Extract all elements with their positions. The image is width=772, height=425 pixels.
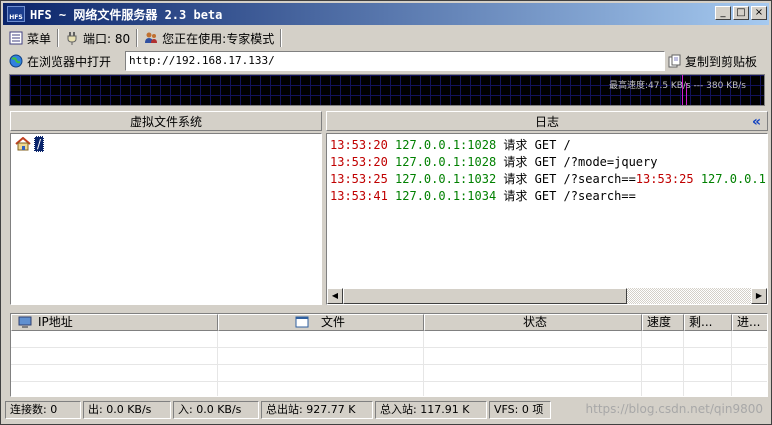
log-message: 请求 GET / bbox=[503, 138, 571, 152]
log-time: 13:53:41 bbox=[330, 189, 388, 203]
table-row bbox=[11, 348, 767, 365]
log-line: 13:53:41 127.0.0.1:1034 请求 GET /?search=… bbox=[330, 188, 767, 205]
arrow-right-icon: ▶ bbox=[755, 291, 763, 300]
connections-header: IP地址 文件 状态 速度 剩... 进... bbox=[11, 314, 767, 331]
computer-icon bbox=[18, 316, 32, 328]
status-total-out: 总出站: 927.77 K bbox=[261, 401, 373, 419]
mode-label: 您正在使用:专家模式 bbox=[162, 31, 275, 46]
graph-speed-label: 最高速度:47.5 KB/s --- 380 KB/s bbox=[608, 81, 746, 91]
status-total-in: 总入站: 117.91 K bbox=[375, 401, 487, 419]
column-progress[interactable]: 进... bbox=[732, 314, 767, 331]
vfs-header: 虚拟文件系统 bbox=[10, 111, 322, 131]
clipboard-icon bbox=[668, 54, 681, 68]
menu-label: 菜单 bbox=[27, 31, 52, 46]
log-time: 13:53:20 bbox=[330, 155, 388, 169]
maximize-button[interactable]: □ bbox=[733, 6, 749, 20]
scroll-thumb[interactable] bbox=[343, 288, 627, 304]
title-bar[interactable]: HFS HFS ~ 网络文件服务器 2.3 beta _ □ × bbox=[3, 3, 769, 25]
log-ip: 127.0.0.1:1034 bbox=[395, 189, 497, 203]
vfs-root-node[interactable]: / bbox=[15, 136, 45, 152]
column-ip[interactable]: IP地址 bbox=[11, 314, 218, 331]
log-time: 13:53:25 bbox=[635, 172, 694, 186]
log-ip: 127.0.0.1:1028 bbox=[395, 138, 497, 152]
column-status-label: 状态 bbox=[522, 315, 547, 329]
users-icon bbox=[145, 32, 158, 43]
port-label: 端口: 80 bbox=[83, 31, 131, 46]
vfs-root-label: / bbox=[34, 136, 45, 152]
arrow-left-icon: ◀ bbox=[331, 291, 339, 300]
status-out-speed: 出: 0.0 KB/s bbox=[83, 401, 171, 419]
close-button[interactable]: × bbox=[751, 6, 767, 20]
minimize-button[interactable]: _ bbox=[715, 6, 731, 20]
table-row bbox=[11, 331, 767, 348]
menu-icon bbox=[9, 31, 23, 45]
copy-to-clipboard-button[interactable]: 复制到剪贴板 bbox=[667, 51, 757, 71]
url-field[interactable]: http://192.168.17.133/ bbox=[125, 51, 665, 71]
vfs-tree[interactable]: / bbox=[10, 133, 322, 305]
mode-button[interactable]: 您正在使用:专家模式 bbox=[138, 28, 280, 48]
connections-table[interactable]: IP地址 文件 状态 速度 剩... 进... bbox=[10, 313, 768, 397]
open-in-browser-button[interactable]: 在浏览器中打开 bbox=[3, 51, 117, 71]
column-progress-label: 进... bbox=[737, 315, 761, 329]
scroll-right-button[interactable]: ▶ bbox=[751, 288, 767, 304]
log-ip: 127.0.0.1:1 bbox=[700, 172, 767, 186]
column-remaining-label: 剩... bbox=[689, 315, 713, 329]
window-controls: _ □ × bbox=[715, 6, 767, 20]
copy-label: 复制到剪贴板 bbox=[685, 54, 758, 69]
plug-icon bbox=[67, 32, 77, 45]
vfs-header-label: 虚拟文件系统 bbox=[129, 115, 202, 129]
column-file[interactable]: 文件 bbox=[218, 314, 424, 331]
log-time: 13:53:25 bbox=[330, 172, 388, 186]
hfs-window: HFS HFS ~ 网络文件服务器 2.3 beta _ □ × 菜单 端口: … bbox=[0, 0, 772, 425]
maximize-icon: □ bbox=[736, 7, 746, 18]
log-lines: 13:53:20 127.0.0.1:1028 请求 GET / 13:53:2… bbox=[330, 137, 767, 205]
column-file-label: 文件 bbox=[321, 315, 346, 329]
bandwidth-graph: 最高速度:47.5 KB/s --- 380 KB/s bbox=[9, 74, 765, 106]
log-message: 请求 GET /?mode=jquery bbox=[503, 155, 658, 169]
port-button[interactable]: 端口: 80 bbox=[59, 28, 136, 48]
log-header: 日志 « bbox=[326, 111, 768, 131]
column-status[interactable]: 状态 bbox=[424, 314, 642, 331]
log-ip: 127.0.0.1:1032 bbox=[395, 172, 497, 186]
close-icon: × bbox=[754, 7, 764, 18]
log-message: 请求 GET /?search== bbox=[503, 172, 636, 186]
log-line: 13:53:25 127.0.0.1:1032 请求 GET /?search=… bbox=[330, 171, 767, 188]
hfs-app-icon: HFS bbox=[7, 6, 25, 22]
column-speed[interactable]: 速度 bbox=[642, 314, 684, 331]
log-horizontal-scrollbar[interactable]: ◀ ▶ bbox=[327, 288, 767, 304]
log-line: 13:53:20 127.0.0.1:1028 请求 GET / bbox=[330, 137, 767, 154]
status-vfs-count: VFS: 0 项 bbox=[489, 401, 551, 419]
column-remaining[interactable]: 剩... bbox=[684, 314, 732, 331]
column-speed-label: 速度 bbox=[647, 315, 672, 329]
menu-button[interactable]: 菜单 bbox=[3, 28, 57, 48]
toolbar-separator bbox=[280, 29, 283, 47]
log-header-label: 日志 bbox=[534, 115, 559, 129]
scroll-left-button[interactable]: ◀ bbox=[327, 288, 343, 304]
window-title: HFS ~ 网络文件服务器 2.3 beta bbox=[30, 7, 223, 22]
main-toolbar: 菜单 端口: 80 您正在使用:专家模式 bbox=[3, 27, 769, 49]
home-icon bbox=[15, 137, 31, 151]
window-icon bbox=[295, 316, 309, 328]
table-row bbox=[11, 365, 767, 382]
column-ip-label: IP地址 bbox=[38, 315, 73, 329]
collapse-icon[interactable]: « bbox=[752, 112, 761, 132]
status-connections: 连接数: 0 bbox=[5, 401, 81, 419]
log-ip: 127.0.0.1:1028 bbox=[395, 155, 497, 169]
status-in-speed: 入: 0.0 KB/s bbox=[173, 401, 259, 419]
minimize-icon: _ bbox=[720, 7, 726, 18]
open-in-browser-label: 在浏览器中打开 bbox=[27, 54, 112, 69]
watermark: https://blog.csdn.net/qin9800 bbox=[585, 402, 763, 416]
globe-icon bbox=[9, 54, 23, 68]
log-message: 请求 GET /?search== bbox=[503, 189, 636, 203]
address-toolbar: 在浏览器中打开 http://192.168.17.133/ 复制到剪贴板 bbox=[3, 50, 769, 72]
table-row bbox=[11, 382, 767, 396]
log-line: 13:53:20 127.0.0.1:1028 请求 GET /?mode=jq… bbox=[330, 154, 767, 171]
log-time: 13:53:20 bbox=[330, 138, 388, 152]
log-view[interactable]: 13:53:20 127.0.0.1:1028 请求 GET / 13:53:2… bbox=[326, 133, 768, 305]
